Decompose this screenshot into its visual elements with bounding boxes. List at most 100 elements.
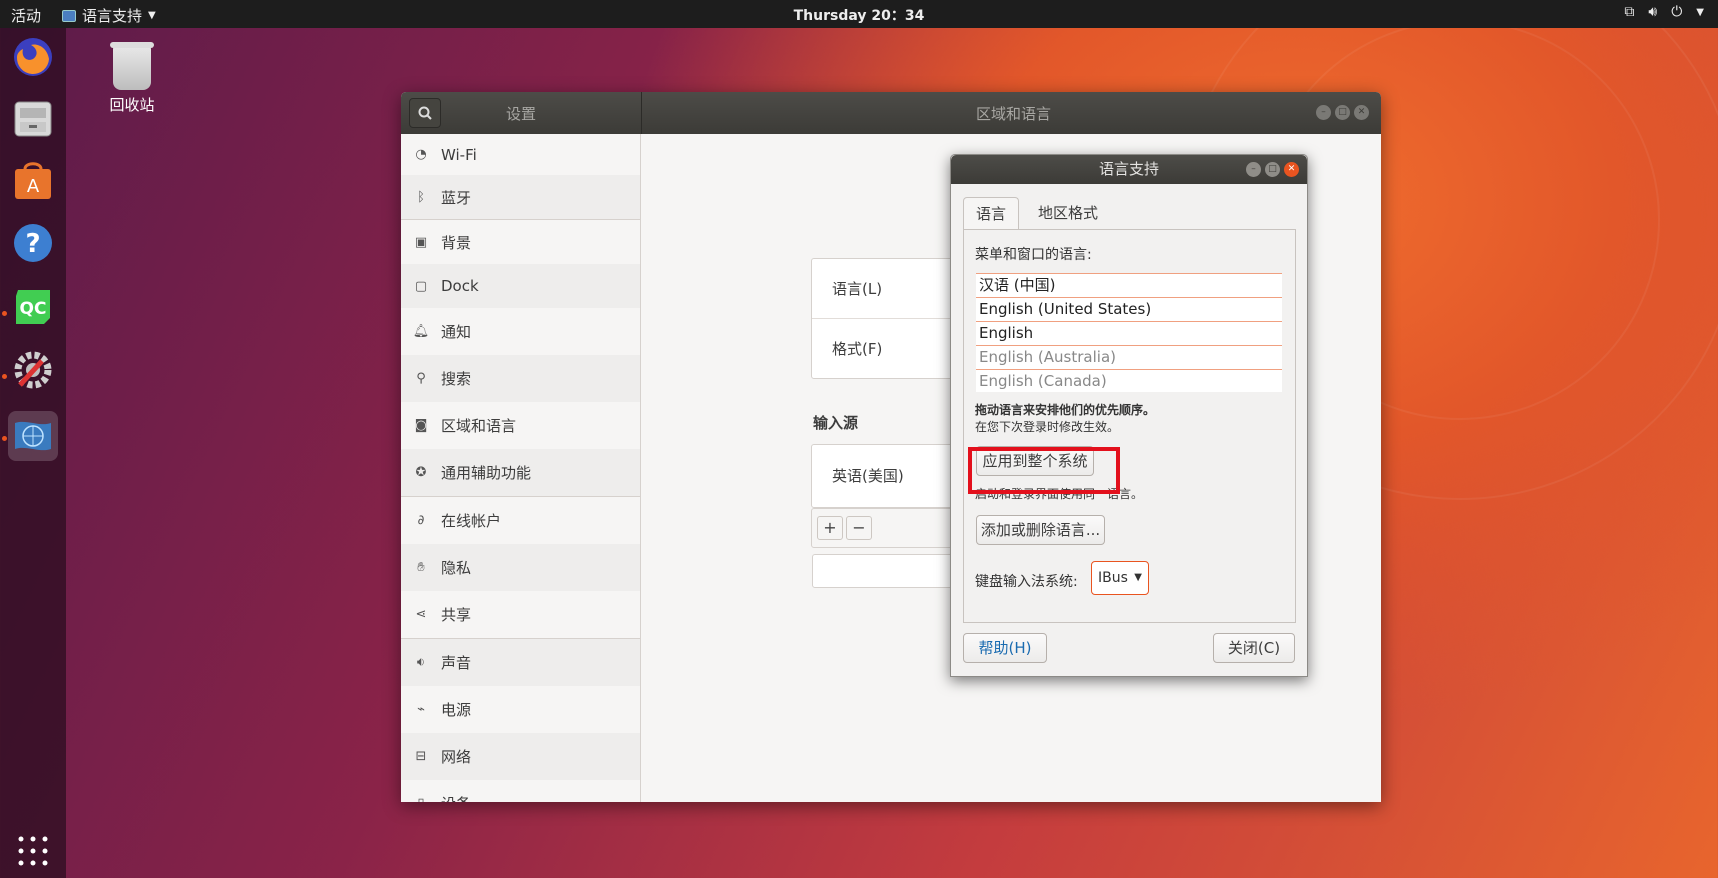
list-item[interactable]: 汉语 (中国) bbox=[976, 273, 1282, 297]
sidebar-item-label: 在线帐户 bbox=[441, 512, 502, 530]
language-support-launcher[interactable] bbox=[8, 411, 58, 461]
format-row-label: 格式(F) bbox=[832, 340, 883, 358]
dialog-title: 语言支持 bbox=[1098, 160, 1159, 178]
language-list[interactable]: 汉语 (中国) English (United States) English … bbox=[976, 273, 1282, 392]
tab-language[interactable]: 语言 bbox=[963, 197, 1019, 230]
sidebar-item-label: 区域和语言 bbox=[441, 417, 517, 435]
clock[interactable]: Thursday 20：34 bbox=[0, 5, 1718, 25]
sidebar-item-sound[interactable]: 🔉︎ 声音 bbox=[401, 639, 640, 686]
network-icon[interactable]: ⧉ bbox=[1624, 4, 1634, 20]
settings-sidebar: ◔ Wi-Fi ᛒ 蓝牙 ▣ 背景 ▢ Dock 🔔︎ 通知 ⚲ 搜索 ◙ 区域和语言 ✪ 通用… bbox=[401, 134, 641, 802]
sidebar-item-privacy[interactable]: ✋︎ 隐私 bbox=[401, 544, 640, 591]
svg-text:QC: QC bbox=[20, 299, 47, 319]
header-divider bbox=[641, 92, 642, 134]
sidebar-item-dock[interactable]: ▢ Dock bbox=[401, 264, 640, 308]
sidebar-item-label: Wi-Fi bbox=[441, 145, 477, 164]
dock: A ? QC bbox=[0, 28, 66, 878]
login-hint: 在您下次登录时修改生效。 bbox=[975, 420, 1120, 434]
help-button[interactable]: 帮助(H) bbox=[963, 633, 1047, 663]
keyboard-input-select[interactable]: IBus ▼ bbox=[1091, 561, 1149, 595]
sidebar-item-label: Dock bbox=[441, 277, 479, 295]
camera-icon: ◙ bbox=[414, 418, 428, 433]
app-grid-icon bbox=[18, 836, 48, 866]
accessibility-icon: ✪ bbox=[415, 465, 427, 480]
search-icon bbox=[418, 106, 432, 120]
files-launcher[interactable] bbox=[8, 94, 58, 144]
sidebar-item-label: 设备 bbox=[441, 793, 471, 802]
sidebar-item-label: 共享 bbox=[441, 606, 472, 624]
list-item[interactable]: English bbox=[976, 321, 1282, 345]
trash-label: 回收站 bbox=[109, 96, 155, 114]
list-item[interactable]: English (Australia) bbox=[976, 345, 1282, 369]
system-tray[interactable]: ⧉ 🔊︎ ⏻ ▼ bbox=[1624, 4, 1704, 20]
share-icon: ⋖ bbox=[415, 607, 427, 622]
system-tools-launcher[interactable] bbox=[8, 345, 58, 395]
sidebar-item-bluetooth[interactable]: ᛒ 蓝牙 bbox=[401, 175, 640, 219]
page-title: 区域和语言 bbox=[976, 105, 1052, 123]
wifi-icon: ◔ bbox=[415, 147, 427, 162]
sidebar-item-sharing[interactable]: ⋖ 共享 bbox=[401, 591, 640, 638]
sidebar-item-background[interactable]: ▣ 背景 bbox=[401, 220, 640, 264]
help-icon: ? bbox=[14, 224, 52, 262]
qt-creator-icon: QC bbox=[16, 290, 50, 324]
bell-icon: 🔔︎ bbox=[412, 324, 430, 339]
sidebar-item-label: 声音 bbox=[441, 654, 472, 672]
software-icon: A bbox=[15, 162, 51, 199]
speaker-icon: 🔉︎ bbox=[416, 655, 426, 670]
minimize-button[interactable]: – bbox=[1246, 162, 1261, 177]
search-button[interactable] bbox=[409, 98, 441, 128]
settings-title: 设置 bbox=[506, 105, 537, 123]
svg-text:A: A bbox=[27, 176, 40, 197]
tab-regional-formats[interactable]: 地区格式 bbox=[1023, 197, 1113, 230]
sidebar-item-devices[interactable]: ▯设备 bbox=[401, 780, 640, 802]
sidebar-item-wifi[interactable]: ◔ Wi-Fi bbox=[401, 134, 640, 175]
volume-icon[interactable]: 🔊︎ bbox=[1648, 4, 1657, 20]
firefox-icon bbox=[14, 38, 52, 76]
close-button[interactable]: ✕ bbox=[1284, 162, 1299, 177]
list-item[interactable]: English (Canada) bbox=[976, 369, 1282, 392]
software-launcher[interactable]: A bbox=[8, 156, 58, 206]
sidebar-item-label: 通知 bbox=[441, 323, 472, 341]
sidebar-item-label: 搜索 bbox=[441, 370, 472, 388]
running-indicator bbox=[2, 436, 7, 441]
firefox-launcher[interactable] bbox=[8, 32, 58, 82]
language-support-icon bbox=[15, 421, 51, 451]
language-row-label: 语言(L) bbox=[832, 280, 883, 298]
top-bar: 活动 语言支持 ▼ Thursday 20：34 ⧉ 🔊︎ ⏻ ▼ bbox=[0, 0, 1718, 28]
svg-text:?: ? bbox=[25, 229, 40, 259]
online-accounts-icon: ∂ bbox=[417, 513, 425, 528]
minimize-button[interactable]: – bbox=[1316, 105, 1331, 120]
show-applications-button[interactable] bbox=[8, 826, 58, 876]
install-remove-languages-button[interactable]: 添加或删除语言... bbox=[976, 515, 1105, 545]
sidebar-item-label: 电源 bbox=[441, 701, 472, 719]
sidebar-item-power[interactable]: ⌁ 电源 bbox=[401, 686, 640, 733]
keyboard-input-value: IBus bbox=[1098, 570, 1128, 586]
chevron-down-icon[interactable]: ▼ bbox=[1696, 7, 1704, 18]
close-button[interactable]: ✕ bbox=[1354, 105, 1369, 120]
list-item[interactable]: English (United States) bbox=[976, 297, 1282, 321]
sidebar-item-network[interactable]: ⊟ 网络 bbox=[401, 733, 640, 780]
files-icon bbox=[14, 101, 52, 137]
maximize-button[interactable]: □ bbox=[1335, 105, 1350, 120]
help-launcher[interactable]: ? bbox=[8, 218, 58, 268]
sidebar-item-accessibility[interactable]: ✪ 通用辅助功能 bbox=[401, 449, 640, 496]
chevron-down-icon: ▼ bbox=[1134, 572, 1142, 583]
sidebar-item-label: 通用辅助功能 bbox=[441, 464, 532, 482]
qt-creator-launcher[interactable]: QC bbox=[8, 282, 58, 332]
trash-icon bbox=[110, 42, 154, 90]
background-icon: ▣ bbox=[414, 234, 428, 250]
close-dialog-button[interactable]: 关闭(C) bbox=[1213, 633, 1295, 663]
desktop-trash[interactable]: 回收站 bbox=[104, 42, 160, 115]
remove-input-source-button[interactable]: − bbox=[846, 516, 872, 540]
power-icon[interactable]: ⏻ bbox=[1671, 4, 1682, 20]
add-input-source-button[interactable]: + bbox=[817, 516, 843, 540]
input-sources-heading: 输入源 bbox=[813, 414, 859, 432]
sidebar-item-search[interactable]: ⚲ 搜索 bbox=[401, 355, 640, 402]
maximize-button[interactable]: □ bbox=[1265, 162, 1280, 177]
sidebar-item-notifications[interactable]: 🔔︎ 通知 bbox=[401, 308, 640, 355]
network-icon: ⊟ bbox=[415, 749, 427, 764]
sidebar-item-online-accounts[interactable]: ∂ 在线帐户 bbox=[401, 497, 640, 544]
sidebar-item-region-language[interactable]: ◙ 区域和语言 bbox=[401, 402, 640, 449]
running-indicator bbox=[2, 311, 7, 316]
sidebar-item-label: 蓝牙 bbox=[441, 188, 472, 207]
